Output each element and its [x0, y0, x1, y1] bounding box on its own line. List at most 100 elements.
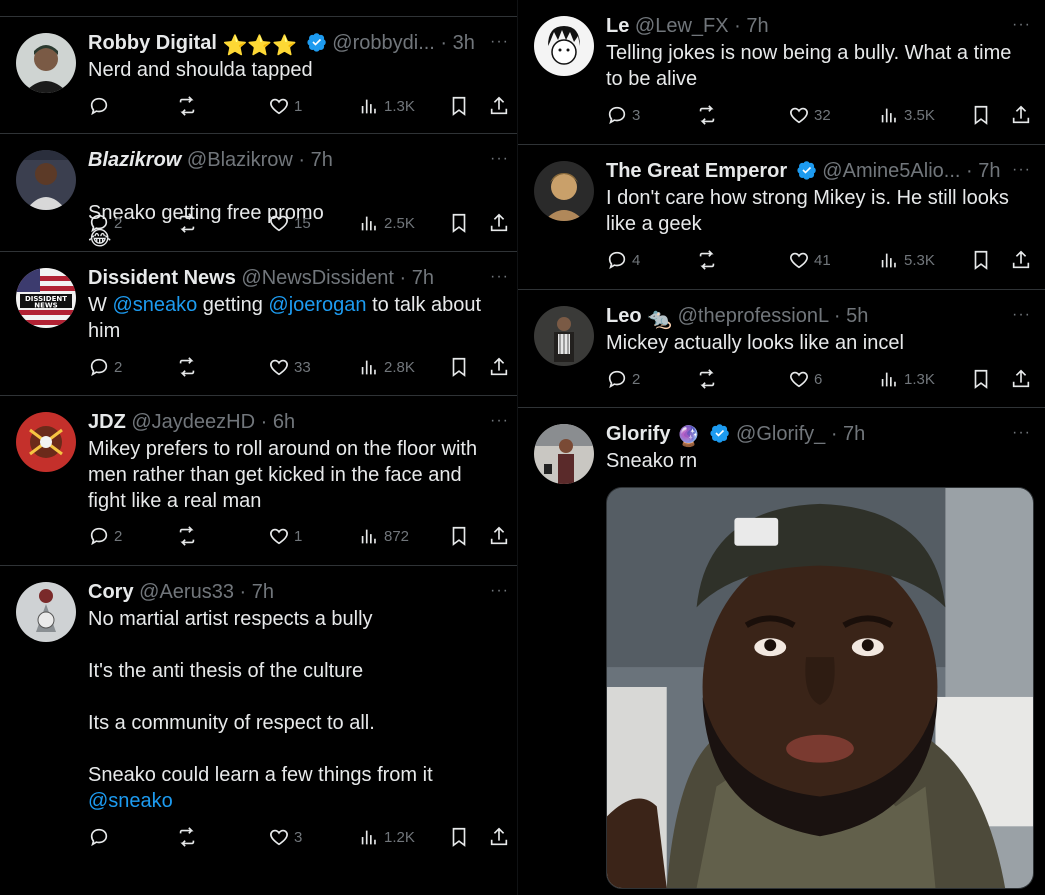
- bookmark-button[interactable]: [448, 210, 470, 236]
- like-button[interactable]: 32: [788, 102, 831, 128]
- views-button[interactable]: 1.2K: [358, 824, 415, 850]
- author-name[interactable]: Glorify: [606, 423, 670, 445]
- author-name[interactable]: The Great Emperor: [606, 160, 787, 182]
- tweet[interactable]: JDZ @JaydeezHD · 6h ··· Mikey prefers to…: [0, 396, 518, 566]
- reply-button[interactable]: 2: [88, 523, 122, 549]
- timestamp[interactable]: 3h: [453, 32, 475, 54]
- more-icon[interactable]: ···: [1012, 424, 1031, 442]
- more-icon[interactable]: ···: [490, 412, 509, 430]
- author-handle[interactable]: @Blazikrow: [187, 149, 293, 171]
- bookmark-button[interactable]: [448, 824, 470, 850]
- timestamp[interactable]: 5h: [846, 305, 868, 327]
- views-button[interactable]: 1.3K: [878, 366, 935, 392]
- share-button[interactable]: [488, 93, 510, 119]
- tweet[interactable]: Le @Lew_FX · 7h ··· Telling jokes is now…: [518, 0, 1045, 145]
- reply-button[interactable]: [88, 93, 110, 119]
- bookmark-button[interactable]: [448, 523, 470, 549]
- timestamp[interactable]: 7h: [412, 267, 434, 289]
- author-name[interactable]: Dissident News: [88, 267, 236, 289]
- retweet-button[interactable]: [176, 523, 198, 549]
- reply-button[interactable]: 2: [88, 210, 122, 236]
- like-button[interactable]: 41: [788, 247, 831, 273]
- avatar[interactable]: [534, 306, 594, 366]
- tweet[interactable]: Leo 🐀 @theprofessionL · 5h ··· Mickey ac…: [518, 290, 1045, 408]
- timestamp[interactable]: 7h: [978, 160, 1000, 182]
- mention-link[interactable]: @joerogan: [268, 294, 366, 316]
- timestamp[interactable]: 7h: [252, 581, 274, 603]
- like-button[interactable]: 33: [268, 354, 311, 380]
- avatar[interactable]: [16, 582, 76, 642]
- reply-button[interactable]: 2: [88, 354, 122, 380]
- share-button[interactable]: [488, 523, 510, 549]
- bookmark-button[interactable]: [448, 354, 470, 380]
- retweet-button[interactable]: [696, 102, 718, 128]
- like-button[interactable]: 15: [268, 210, 311, 236]
- like-button[interactable]: 3: [268, 824, 302, 850]
- tweet[interactable]: Cory @Aerus33 · 7h ··· No martial artist…: [0, 566, 518, 895]
- more-icon[interactable]: ···: [490, 268, 509, 286]
- mention-link[interactable]: @sneako: [112, 294, 197, 316]
- author-name[interactable]: Leo: [606, 305, 642, 327]
- avatar[interactable]: [534, 16, 594, 76]
- timestamp[interactable]: 6h: [273, 411, 295, 433]
- retweet-button[interactable]: [176, 210, 198, 236]
- share-button[interactable]: [1010, 366, 1032, 392]
- mention-link[interactable]: @sneako: [88, 788, 508, 814]
- share-button[interactable]: [488, 210, 510, 236]
- avatar[interactable]: DISSIDENT NEWS: [16, 268, 76, 328]
- views-button[interactable]: 2.5K: [358, 210, 415, 236]
- author-name[interactable]: Robby Digital: [88, 32, 217, 54]
- more-icon[interactable]: ···: [490, 33, 509, 51]
- share-button[interactable]: [1010, 102, 1032, 128]
- share-button[interactable]: [1010, 247, 1032, 273]
- tweet-media-image[interactable]: [606, 487, 1034, 889]
- reply-button[interactable]: 2: [606, 366, 640, 392]
- author-name[interactable]: JDZ: [88, 411, 126, 433]
- views-button[interactable]: 872: [358, 523, 409, 549]
- avatar[interactable]: [534, 161, 594, 221]
- tweet[interactable]: The Great Emperor @Amine5Alio... · 7h ··…: [518, 145, 1045, 290]
- avatar[interactable]: [16, 33, 76, 93]
- retweet-button[interactable]: [176, 354, 198, 380]
- views-button[interactable]: 1.3K: [358, 93, 415, 119]
- more-icon[interactable]: ···: [1012, 161, 1031, 179]
- like-button[interactable]: 1: [268, 523, 302, 549]
- author-handle[interactable]: @Glorify_: [736, 423, 825, 445]
- author-name[interactable]: Blazikrow: [88, 149, 181, 171]
- avatar[interactable]: [16, 150, 76, 210]
- more-icon[interactable]: ···: [1012, 306, 1031, 324]
- author-handle[interactable]: @JaydeezHD: [131, 411, 255, 433]
- author-handle[interactable]: @theprofessionL: [678, 305, 829, 327]
- author-handle[interactable]: @Lew_FX: [635, 15, 729, 37]
- tweet[interactable]: DISSIDENT NEWS Dissident News @NewsDissi…: [0, 252, 518, 396]
- reply-button[interactable]: 3: [606, 102, 640, 128]
- views-button[interactable]: 3.5K: [878, 102, 935, 128]
- share-button[interactable]: [488, 354, 510, 380]
- reply-button[interactable]: [88, 824, 110, 850]
- tweet[interactable]: Blazikrow @Blazikrow · 7h ··· Sneako get…: [0, 134, 518, 252]
- avatar[interactable]: [534, 424, 594, 484]
- more-icon[interactable]: ···: [490, 582, 509, 600]
- like-button[interactable]: 1: [268, 93, 302, 119]
- retweet-button[interactable]: [176, 93, 198, 119]
- author-handle[interactable]: @robbydi...: [332, 32, 435, 54]
- author-handle[interactable]: @Amine5Alio...: [822, 160, 960, 182]
- author-name[interactable]: Cory: [88, 581, 134, 603]
- timestamp[interactable]: 7h: [746, 15, 768, 37]
- like-button[interactable]: 6: [788, 366, 822, 392]
- author-handle[interactable]: @NewsDissident: [241, 267, 394, 289]
- bookmark-button[interactable]: [448, 93, 470, 119]
- avatar[interactable]: [16, 412, 76, 472]
- author-name[interactable]: Le: [606, 15, 629, 37]
- tweet[interactable]: Robby Digital ⭐⭐⭐ @robbydi... · 3h ··· N…: [0, 16, 518, 134]
- more-icon[interactable]: ···: [1012, 16, 1031, 34]
- timestamp[interactable]: 7h: [843, 423, 865, 445]
- views-button[interactable]: 2.8K: [358, 354, 415, 380]
- views-button[interactable]: 5.3K: [878, 247, 935, 273]
- retweet-button[interactable]: [696, 247, 718, 273]
- share-button[interactable]: [488, 824, 510, 850]
- author-handle[interactable]: @Aerus33: [139, 581, 234, 603]
- bookmark-button[interactable]: [970, 247, 992, 273]
- more-icon[interactable]: ···: [490, 150, 509, 168]
- bookmark-button[interactable]: [970, 102, 992, 128]
